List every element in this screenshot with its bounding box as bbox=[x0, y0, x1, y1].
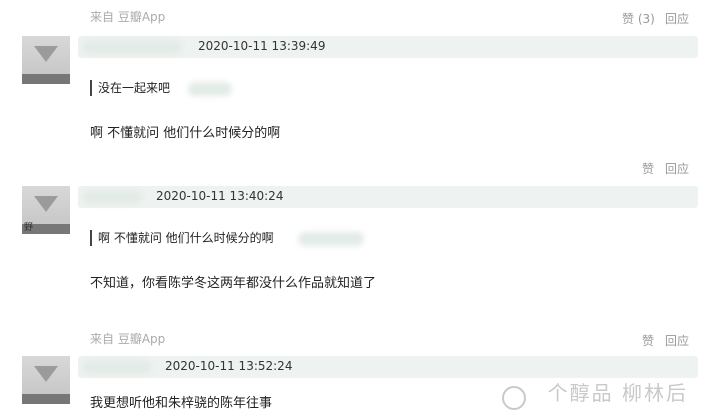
quote-text: 没在一起来吧 bbox=[98, 81, 171, 95]
avatar-image-icon bbox=[34, 46, 58, 62]
avatar-image-icon bbox=[34, 366, 58, 382]
reply-button[interactable]: 回应 bbox=[665, 160, 689, 177]
comment-timestamp: 2020-10-11 13:39:49 bbox=[198, 39, 326, 53]
avatar[interactable] bbox=[22, 356, 70, 404]
reply-button[interactable]: 回应 bbox=[665, 10, 689, 27]
quoted-reply: 啊 不懂就问 他们什么时候分的啊 bbox=[90, 230, 274, 246]
avatar-label: 野 bbox=[24, 223, 34, 233]
quote-author-redacted bbox=[188, 82, 232, 96]
like-button[interactable]: 赞 (3) bbox=[622, 10, 655, 27]
username-redacted bbox=[82, 360, 152, 374]
comment-text: 我更想听他和朱梓骁的陈年往事 bbox=[90, 396, 273, 411]
quote-text: 啊 不懂就问 他们什么时候分的啊 bbox=[98, 231, 274, 245]
reply-button[interactable]: 回应 bbox=[665, 332, 689, 349]
comment-timestamp: 2020-10-11 13:52:24 bbox=[165, 359, 293, 373]
comment-text: 啊 不懂就问 他们什么时候分的啊 bbox=[90, 126, 281, 141]
comment-source: 来自 豆瓣App bbox=[90, 332, 166, 346]
quote-author-redacted bbox=[298, 232, 364, 246]
username-redacted bbox=[82, 40, 182, 54]
watermark: 个醇品 柳林后 bbox=[547, 381, 688, 405]
quoted-reply: 没在一起来吧 bbox=[90, 80, 170, 96]
like-button[interactable]: 赞 bbox=[642, 332, 654, 349]
comment-timestamp: 2020-10-11 13:40:24 bbox=[156, 189, 284, 203]
avatar-image-icon bbox=[34, 196, 58, 212]
watermark-icon bbox=[502, 386, 526, 410]
like-button[interactable]: 赞 bbox=[642, 160, 654, 177]
username-redacted bbox=[82, 190, 142, 204]
avatar[interactable] bbox=[22, 36, 70, 84]
comment-text: 不知道，你看陈学冬这两年都没什么作品就知道了 bbox=[90, 276, 377, 291]
comment-source: 来自 豆瓣App bbox=[90, 10, 166, 24]
